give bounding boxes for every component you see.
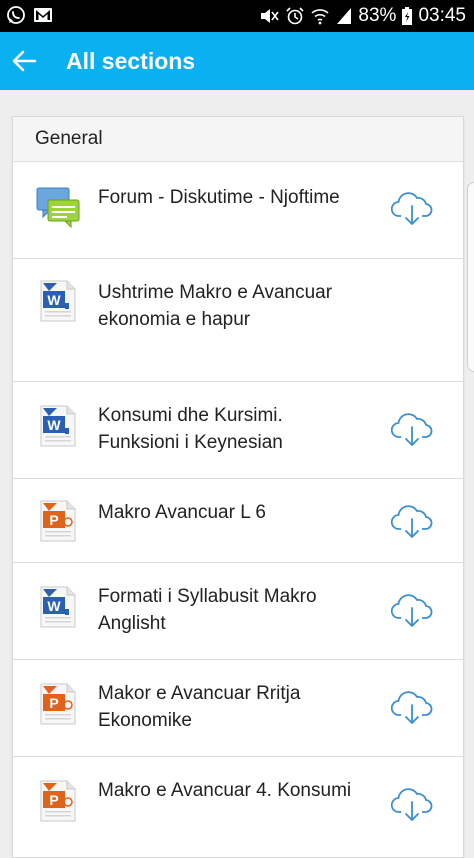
item-label: Makor e Avancuar Rritja Ekonomike [98,683,301,731]
app-bar: All sections [0,32,474,90]
list-item-forum[interactable]: Forum - Diskutime - Njoftime [13,162,463,259]
item-label: Konsumi dhe Kursimi. Funksioni i Keynesi… [98,405,283,453]
powerpoint-document-icon [35,499,81,543]
list-item-resource[interactable]: Makro e Avancuar 4. Konsumi [13,757,463,853]
page-title: All sections [66,48,196,74]
item-label: Makro Avancuar L 6 [98,502,266,523]
cloud-download-icon[interactable] [391,688,433,726]
section-header: General [13,117,463,162]
alarm-icon [286,7,304,25]
section-card: General Forum - Diskutime - Njoftime Ush… [12,116,464,858]
cloud-download-icon[interactable] [391,591,433,629]
word-document-icon [35,279,81,323]
whatsapp-icon [7,6,25,24]
list-item-resource[interactable]: Ushtrime Makro e Avancuar ekonomia e hap… [13,259,463,382]
item-label: Forum - Diskutime - Njoftime [98,187,340,208]
battery-percent: 83% [358,5,397,26]
scrollbar[interactable] [467,182,474,372]
mute-icon [261,9,280,23]
powerpoint-document-icon [35,682,81,726]
gmail-icon [34,8,52,22]
item-label: Ushtrime Makro e Avancuar ekonomia e hap… [98,282,333,330]
cloud-download-icon[interactable] [391,410,433,448]
arrow-back-icon [12,50,37,72]
status-bar: 83% 03:45 [0,0,474,32]
list-item-resource[interactable]: Formati i Syllabusit Makro Anglisht [13,563,463,660]
cloud-download-icon[interactable] [391,189,433,227]
powerpoint-document-icon [35,779,81,823]
wifi-icon [311,9,329,25]
clock: 03:45 [418,5,466,26]
list-item-resource[interactable]: Makro Avancuar L 6 [13,479,463,563]
word-document-icon [35,404,81,448]
list-item-resource[interactable]: Konsumi dhe Kursimi. Funksioni i Keynesi… [13,382,463,479]
cloud-download-icon[interactable] [391,502,433,540]
battery-icon [402,7,413,25]
item-label: Makro e Avancuar 4. Konsumi [98,780,352,801]
word-document-icon [35,585,81,629]
list-item-resource[interactable]: Makor e Avancuar Rritja Ekonomike [13,660,463,757]
signal-icon [337,8,352,24]
forum-icon [35,186,81,230]
back-button[interactable] [4,41,44,81]
item-label: Formati i Syllabusit Makro Anglisht [98,586,317,634]
cloud-download-icon[interactable] [391,785,433,823]
